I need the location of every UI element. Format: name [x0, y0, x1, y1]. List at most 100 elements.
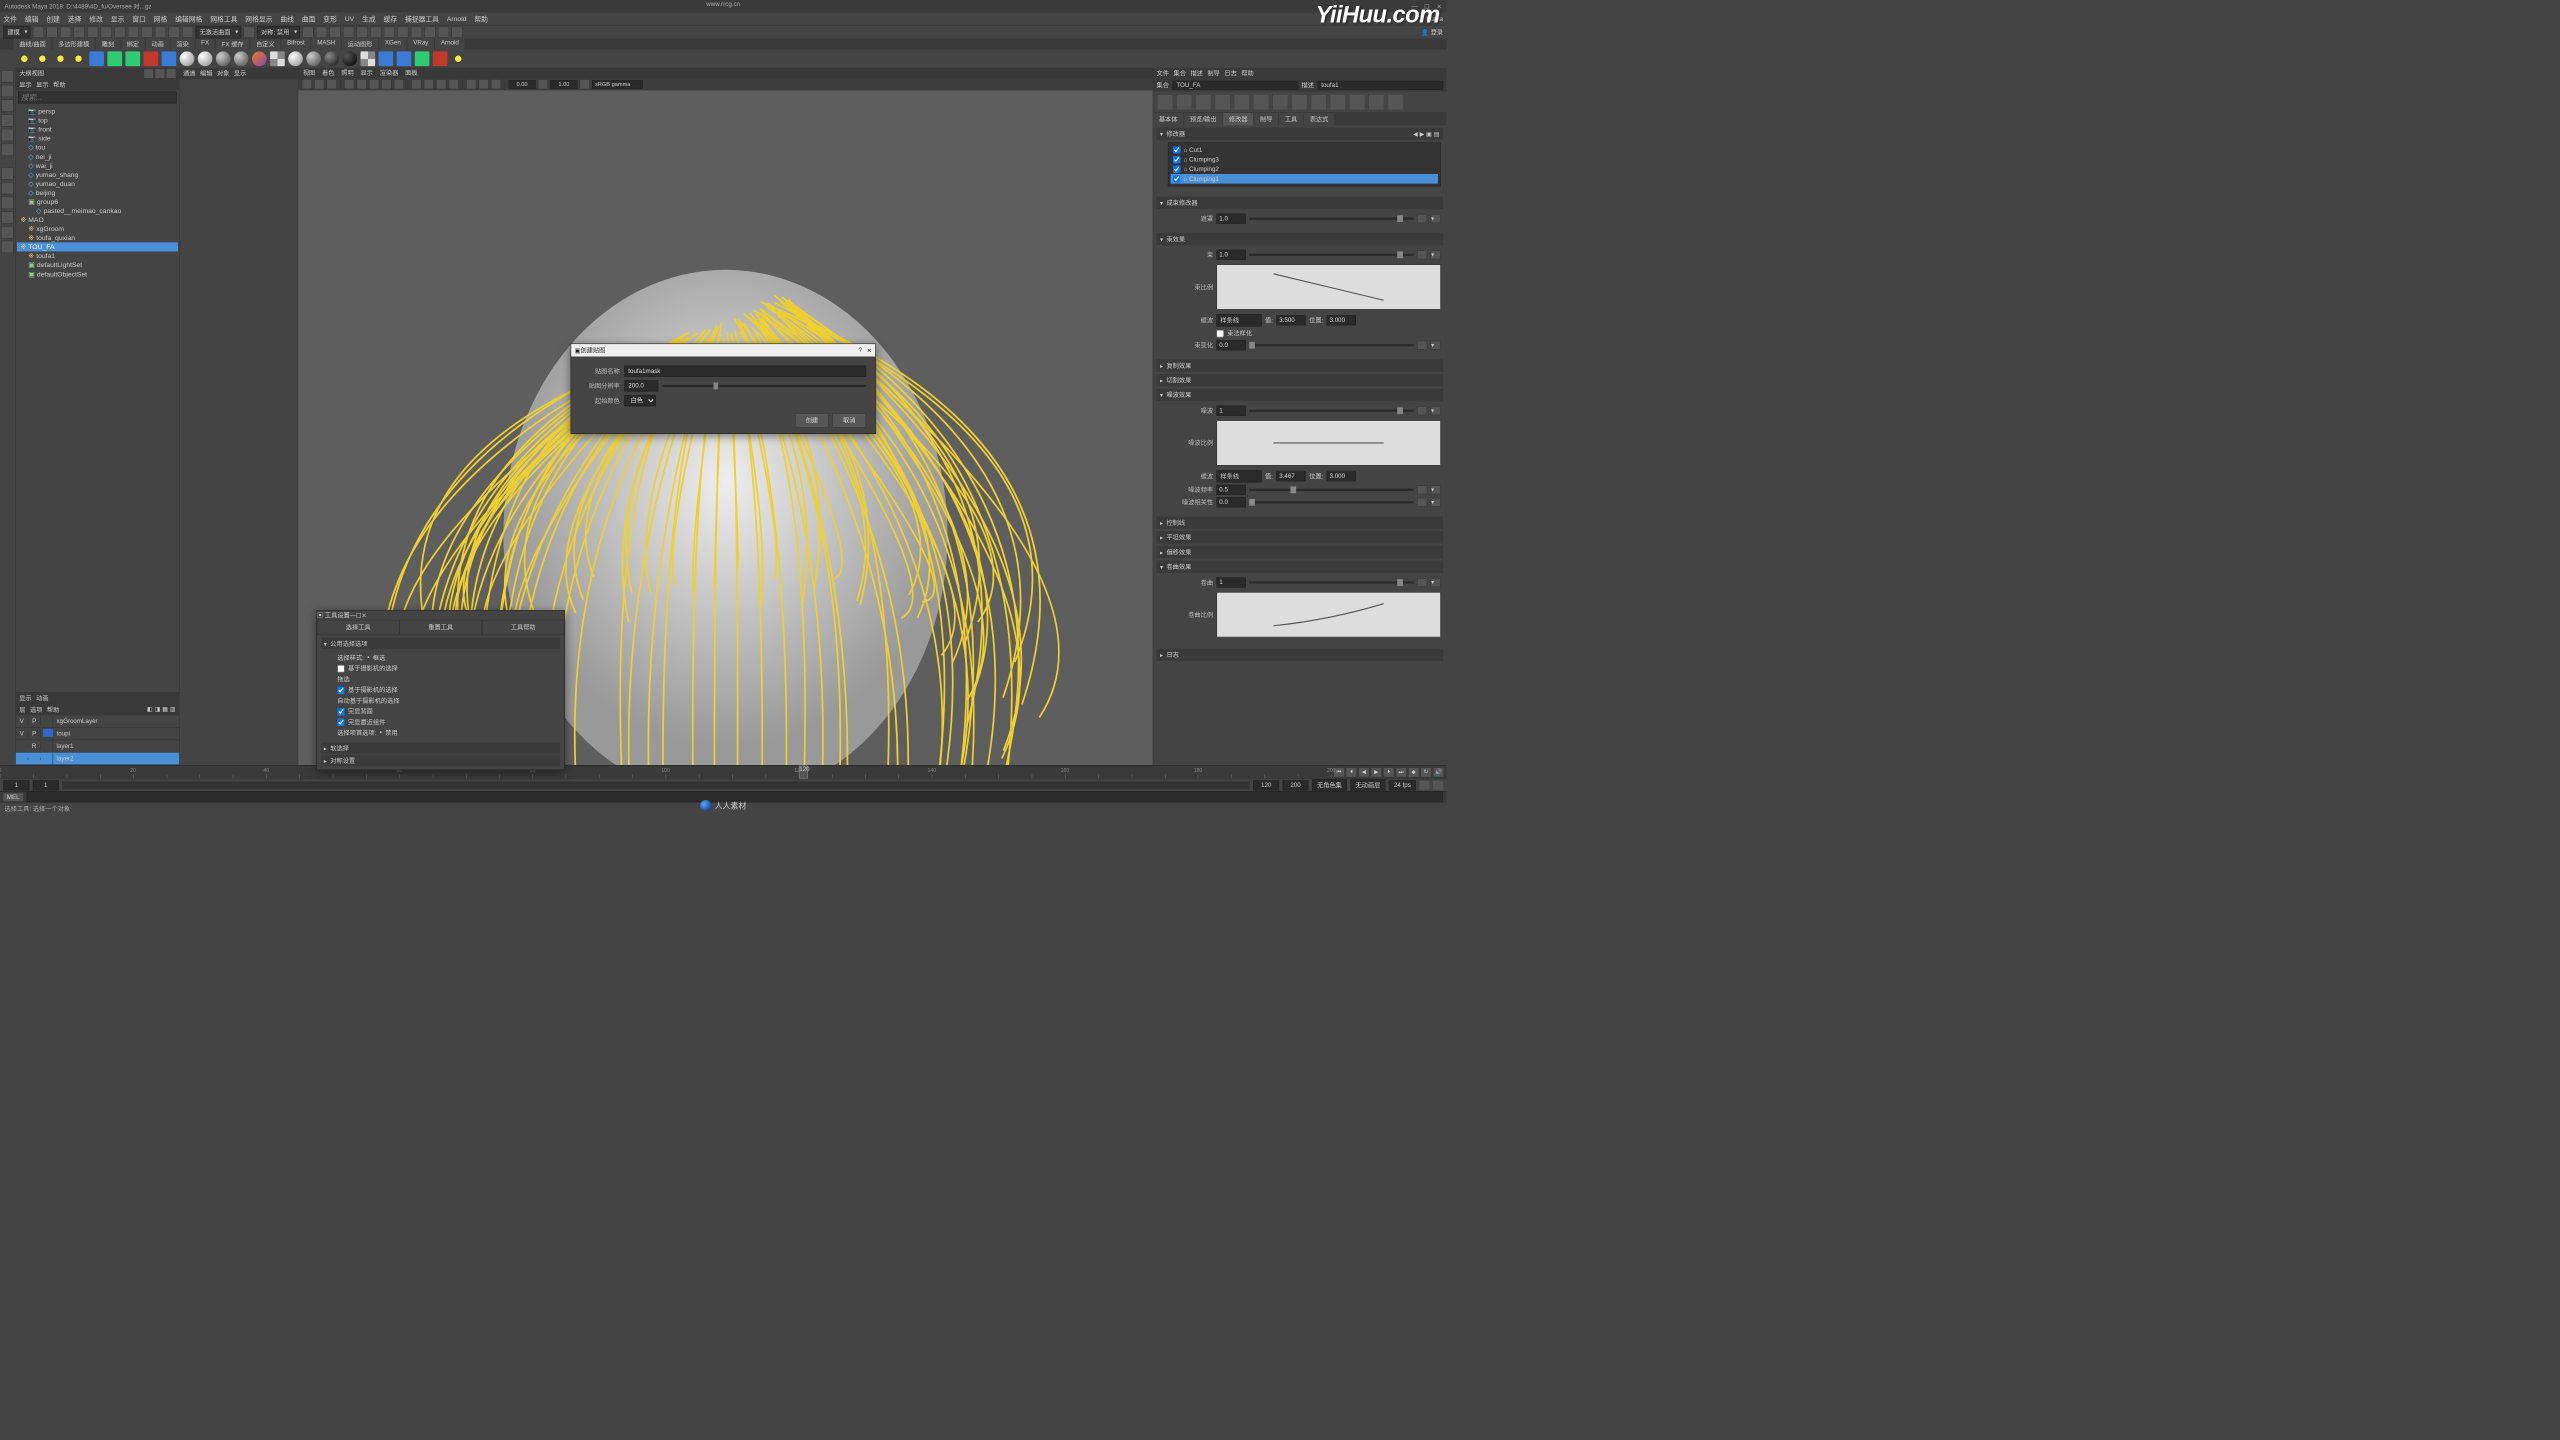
statusline-btn[interactable] — [114, 26, 125, 37]
shelf-icon[interactable] — [397, 51, 412, 66]
shelf-tab[interactable]: 多边形建模 — [53, 38, 95, 49]
statusline-btn[interactable] — [452, 26, 463, 37]
xg-sec-cut[interactable]: 切割效果 — [1157, 374, 1443, 386]
shelf-tab[interactable]: XGen — [379, 38, 406, 49]
xg-sec-curl[interactable]: 卷曲效果 — [1157, 560, 1443, 572]
menu-item[interactable]: 捕捉器工具 — [405, 14, 439, 24]
expr-btn[interactable] — [1417, 578, 1427, 587]
statusline-btn[interactable] — [397, 26, 408, 37]
autokey-icon[interactable] — [1419, 781, 1429, 790]
menu-item[interactable]: 窗口 — [132, 14, 146, 24]
xg-tool-icon[interactable] — [1388, 95, 1403, 110]
play-back-icon[interactable]: ◀ — [1358, 767, 1369, 777]
shelf-tab[interactable]: VRay — [408, 38, 435, 49]
expr-btn[interactable] — [1417, 341, 1427, 350]
shelf-tab[interactable]: MASH — [312, 38, 341, 49]
scale-tool-icon[interactable] — [1, 144, 13, 156]
no-surface-combo[interactable]: 无激活曲面 — [195, 26, 241, 38]
outliner-item[interactable]: front — [17, 125, 178, 134]
shelf-icon[interactable] — [252, 51, 267, 66]
vp-tb-btn[interactable] — [369, 79, 379, 89]
layer-row[interactable]: VPtoupi — [16, 728, 179, 740]
shelf-tab[interactable]: 渲染 — [171, 38, 195, 49]
ts-sec-sym[interactable]: ▸ 对称设置 — [321, 755, 559, 766]
shelf-icon[interactable] — [53, 51, 68, 66]
outliner-btn[interactable] — [167, 69, 176, 78]
cb-menu[interactable]: 编辑 — [200, 69, 212, 78]
expr-btn[interactable]: ▾ — [1431, 214, 1441, 223]
vp-menu[interactable]: 着色 — [322, 68, 334, 77]
xg-tab[interactable]: 表达式 — [1304, 113, 1334, 125]
vp-tb-btn[interactable] — [424, 79, 434, 89]
noise-input[interactable] — [1216, 406, 1245, 416]
menu-item[interactable]: 编辑网格 — [175, 14, 202, 24]
statusline-btn[interactable] — [141, 26, 152, 37]
statusline-btn[interactable] — [33, 26, 44, 37]
vp-exposure[interactable]: 0.00 — [509, 80, 536, 88]
outliner-item[interactable]: toufa1 — [17, 251, 178, 260]
chk[interactable] — [337, 708, 344, 715]
modifier-item[interactable]: ⌂ Clumping3 — [1171, 155, 1438, 165]
outliner-item[interactable]: beijing — [17, 188, 178, 197]
xg-sec-flat[interactable]: 平坦效果 — [1157, 531, 1443, 543]
menu-item[interactable]: Arnold — [447, 15, 467, 23]
statusline-btn[interactable] — [182, 26, 193, 37]
statusline-btn[interactable] — [438, 26, 449, 37]
vp-tb-btn[interactable] — [491, 79, 501, 89]
vp-tb-btn[interactable] — [479, 79, 489, 89]
chk[interactable] — [337, 686, 344, 693]
vp-tb-btn[interactable] — [466, 79, 476, 89]
close-icon[interactable]: ✕ — [867, 347, 872, 354]
rotate-tool-icon[interactable] — [1, 129, 13, 141]
menu-item[interactable]: 创建 — [46, 14, 60, 24]
statusline-btn[interactable] — [384, 26, 395, 37]
vp-tb-btn[interactable] — [538, 79, 548, 89]
statusline-btn[interactable] — [73, 26, 84, 37]
vp-tb-btn[interactable] — [411, 79, 421, 89]
layer-row[interactable]: Rlayer1 — [16, 740, 179, 752]
ts-sec-common[interactable]: ▾ 公用选择选项 — [321, 638, 559, 649]
ts-tab[interactable]: 选择工具 — [317, 620, 399, 635]
menu-item[interactable]: 修改 — [89, 14, 103, 24]
slider[interactable] — [1249, 254, 1413, 256]
xg-sec-modifiers[interactable]: 修改器◀ ▶ ▣ ▤ — [1157, 128, 1443, 140]
shelf-tab[interactable]: Arnold — [435, 38, 464, 49]
statusline-btn[interactable] — [128, 26, 139, 37]
xg-tool-icon[interactable] — [1369, 95, 1384, 110]
statusline-btn[interactable] — [316, 26, 327, 37]
range-end[interactable]: 120 — [1253, 780, 1279, 790]
shelf-icon[interactable] — [306, 51, 321, 66]
expr-btn[interactable]: ▾ — [1431, 578, 1441, 587]
shelf-tab[interactable]: 绑定 — [121, 38, 145, 49]
xg-tab[interactable]: 基本体 — [1153, 113, 1183, 125]
layer-opt[interactable]: 选项 — [30, 705, 42, 714]
layout-icon[interactable] — [1, 241, 13, 253]
fps-combo[interactable]: 24 fps — [1389, 780, 1416, 790]
outliner-item[interactable]: TOU_FA — [17, 242, 178, 251]
ramp-widget[interactable] — [1216, 420, 1440, 465]
expr-btn[interactable] — [1417, 485, 1427, 494]
xg-menu[interactable]: 集合 — [1174, 69, 1186, 78]
statusline-btn[interactable] — [343, 26, 354, 37]
step-fwd-icon[interactable]: ⏵ — [1383, 767, 1394, 777]
xg-tool-icon[interactable] — [1273, 95, 1288, 110]
curve-mode-combo[interactable]: 样条线 — [1216, 470, 1261, 482]
xg-menu[interactable]: 制导 — [1207, 69, 1219, 78]
outliner-item[interactable]: tou — [17, 143, 178, 152]
slider[interactable] — [1249, 218, 1413, 220]
shelf-tab[interactable]: 曲线/曲面 — [14, 38, 52, 49]
menu-item[interactable]: 曲线 — [280, 14, 294, 24]
menu-item[interactable]: 选择 — [68, 14, 82, 24]
slider[interactable] — [1249, 501, 1413, 503]
outliner-menu[interactable]: 帮助 — [53, 80, 65, 89]
outliner-item[interactable]: yumao_shang — [17, 170, 178, 179]
shelf-tab[interactable]: 运动图形 — [342, 38, 378, 49]
xg-tab[interactable]: 修改器 — [1223, 113, 1253, 125]
shelf-tab[interactable]: FX 缓存 — [216, 38, 249, 49]
anim-layer-combo[interactable]: 无动画层 — [1350, 779, 1385, 791]
create-button[interactable]: 创建 — [795, 413, 829, 428]
menu-item[interactable]: 变形 — [323, 14, 337, 24]
xg-tool-icon[interactable] — [1331, 95, 1346, 110]
outliner-item[interactable]: nei_ji — [17, 152, 178, 161]
cb-menu[interactable]: 对象 — [217, 69, 229, 78]
